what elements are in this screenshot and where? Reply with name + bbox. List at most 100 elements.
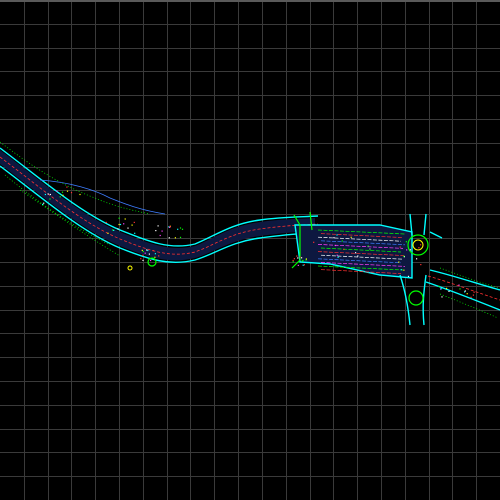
detail-mark [142,254,144,256]
detail-mark [369,249,371,251]
detail-mark [118,223,120,226]
detail-mark [466,293,468,295]
detail-mark [416,258,418,260]
detail-mark [157,225,159,227]
detail-mark [105,221,107,223]
detail-mark [357,255,359,257]
detail-mark [155,230,157,232]
detail-mark [313,241,315,243]
detail-mark [292,259,294,262]
detail-mark [134,232,136,234]
detail-mark [181,228,184,230]
detail-mark [174,237,176,239]
detail-mark [407,275,410,277]
detail-mark [131,224,133,226]
detail-mark [367,245,369,247]
detail-mark [292,261,294,263]
detail-mark [66,190,69,192]
detail-mark [336,254,338,256]
detail-mark [333,237,335,239]
detail-mark [337,256,339,258]
detail-mark [355,252,357,254]
detail-mark [406,249,408,251]
detail-mark [161,230,163,232]
detail-mark [420,264,422,266]
detail-mark [296,255,298,257]
detail-mark [70,192,73,194]
detail-mark [158,255,160,257]
detail-mark [169,225,171,228]
detail-mark [472,294,474,296]
detail-mark [142,251,144,253]
detail-mark [119,223,122,226]
detail-mark [147,249,149,252]
detail-mark [49,198,51,200]
detail-mark [59,196,61,198]
detail-mark [159,234,161,237]
detail-mark [79,193,81,196]
detail-mark [66,186,68,188]
detail-mark [399,246,401,248]
detail-mark [409,249,411,251]
detail-mark [61,191,64,193]
detail-mark [142,259,144,261]
detail-mark [440,288,442,290]
detail-mark [334,244,337,247]
detail-mark [398,261,400,263]
detail-mark [341,240,343,242]
detail-mark [154,256,156,258]
detail-mark [405,241,407,243]
detail-mark [302,264,304,266]
detail-mark [56,190,58,192]
detail-mark [418,247,420,249]
detail-mark [297,257,299,259]
detail-mark [177,228,179,230]
detail-mark [49,193,51,196]
detail-mark [146,249,148,251]
detail-mark [301,257,303,259]
detail-mark [420,244,422,246]
detail-mark [464,290,466,292]
detail-mark [118,217,120,219]
detail-mark [140,258,142,260]
detail-mark [123,223,125,225]
detail-mark [403,269,405,271]
detail-mark [152,250,154,252]
detail-mark [179,236,182,238]
detail-mark [42,203,44,205]
cad-model-viewport[interactable] [0,0,500,500]
detail-mark [141,249,143,251]
detail-mark [448,290,450,292]
detail-mark [438,285,440,287]
drawing-canvas[interactable] [0,0,500,500]
detail-mark [293,258,295,260]
detail-mark [336,234,338,236]
detail-mark [458,284,460,286]
detail-mark [303,264,305,266]
detail-mark [400,269,402,271]
detail-mark [47,193,49,195]
detail-mark [403,255,405,257]
detail-mark [473,291,475,293]
detail-mark [179,227,182,229]
detail-mark [459,288,461,290]
detail-mark [107,232,109,234]
detail-mark [441,296,443,298]
detail-mark [44,193,46,196]
detail-mark [43,202,45,204]
detail-mark [302,259,304,262]
detail-mark [446,287,448,289]
detail-mark [168,237,170,239]
detail-mark [117,228,119,230]
detail-mark [127,227,129,229]
detail-mark [297,264,299,266]
detail-mark [124,218,126,220]
detail-mark [343,248,345,250]
detail-mark [305,258,307,260]
detail-mark [154,253,156,255]
detail-mark [144,252,146,254]
viewport-background [0,0,500,500]
detail-mark [113,229,115,231]
detail-mark [350,236,352,238]
detail-mark [133,221,135,223]
